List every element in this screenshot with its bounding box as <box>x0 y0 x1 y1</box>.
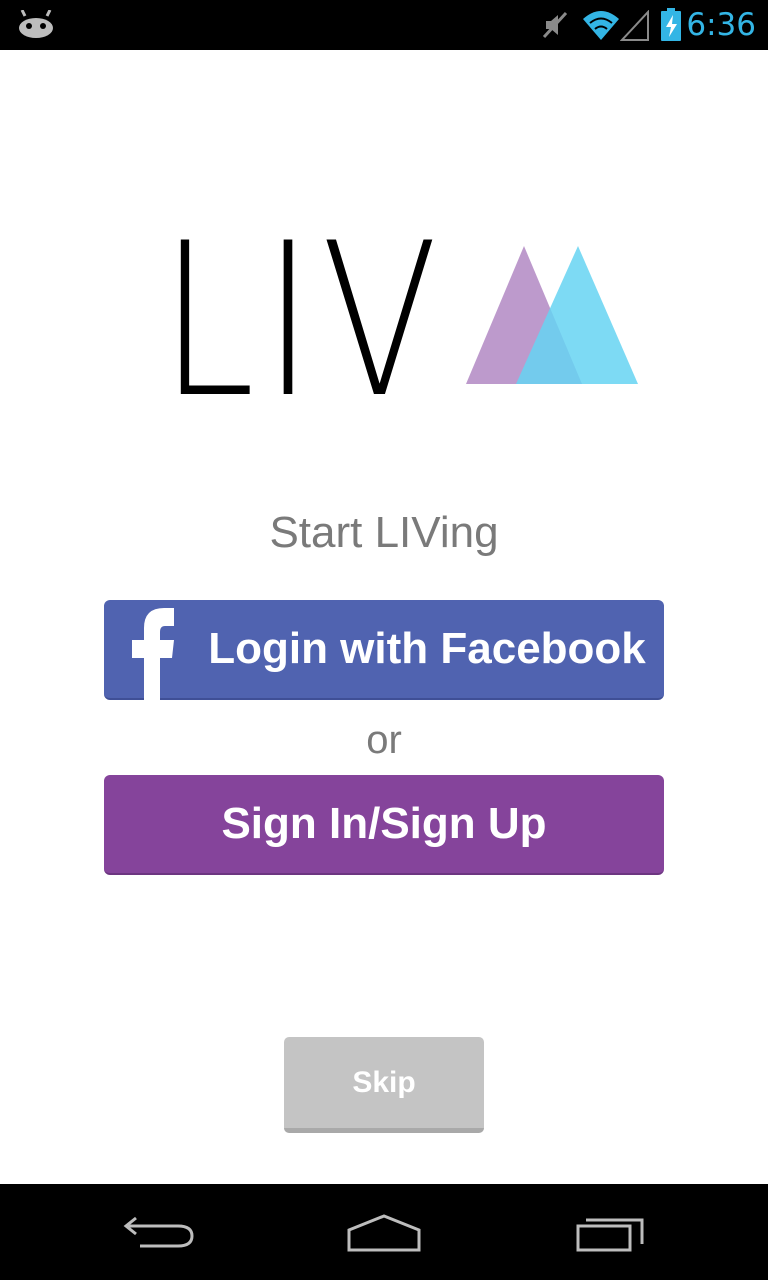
or-separator: or <box>366 718 402 762</box>
clock: 6:36 <box>686 7 756 43</box>
battery-charging-icon <box>661 8 681 41</box>
navigation-bar <box>0 1184 768 1280</box>
android-icon <box>19 10 53 38</box>
skip-button-label: Skip <box>352 1065 416 1099</box>
facebook-button-label: Login with Facebook <box>208 624 646 673</box>
signal-icon <box>620 10 649 41</box>
liv-logo: LIV <box>160 230 638 410</box>
tagline: Start LIVing <box>269 508 499 557</box>
recents-icon[interactable] <box>566 1208 656 1258</box>
sign-in-sign-up-button[interactable]: Sign In/Sign Up <box>104 775 664 875</box>
logo-wordmark: LIV <box>160 230 446 410</box>
signin-button-label: Sign In/Sign Up <box>221 799 547 848</box>
wifi-icon <box>583 11 619 40</box>
mute-icon <box>542 11 568 39</box>
home-icon[interactable] <box>339 1208 429 1258</box>
login-with-facebook-button[interactable]: Login with Facebook <box>104 600 664 700</box>
back-icon[interactable] <box>116 1208 206 1258</box>
skip-button[interactable]: Skip <box>284 1037 484 1133</box>
status-bar: 6:36 <box>0 0 768 50</box>
facebook-icon <box>132 608 174 700</box>
